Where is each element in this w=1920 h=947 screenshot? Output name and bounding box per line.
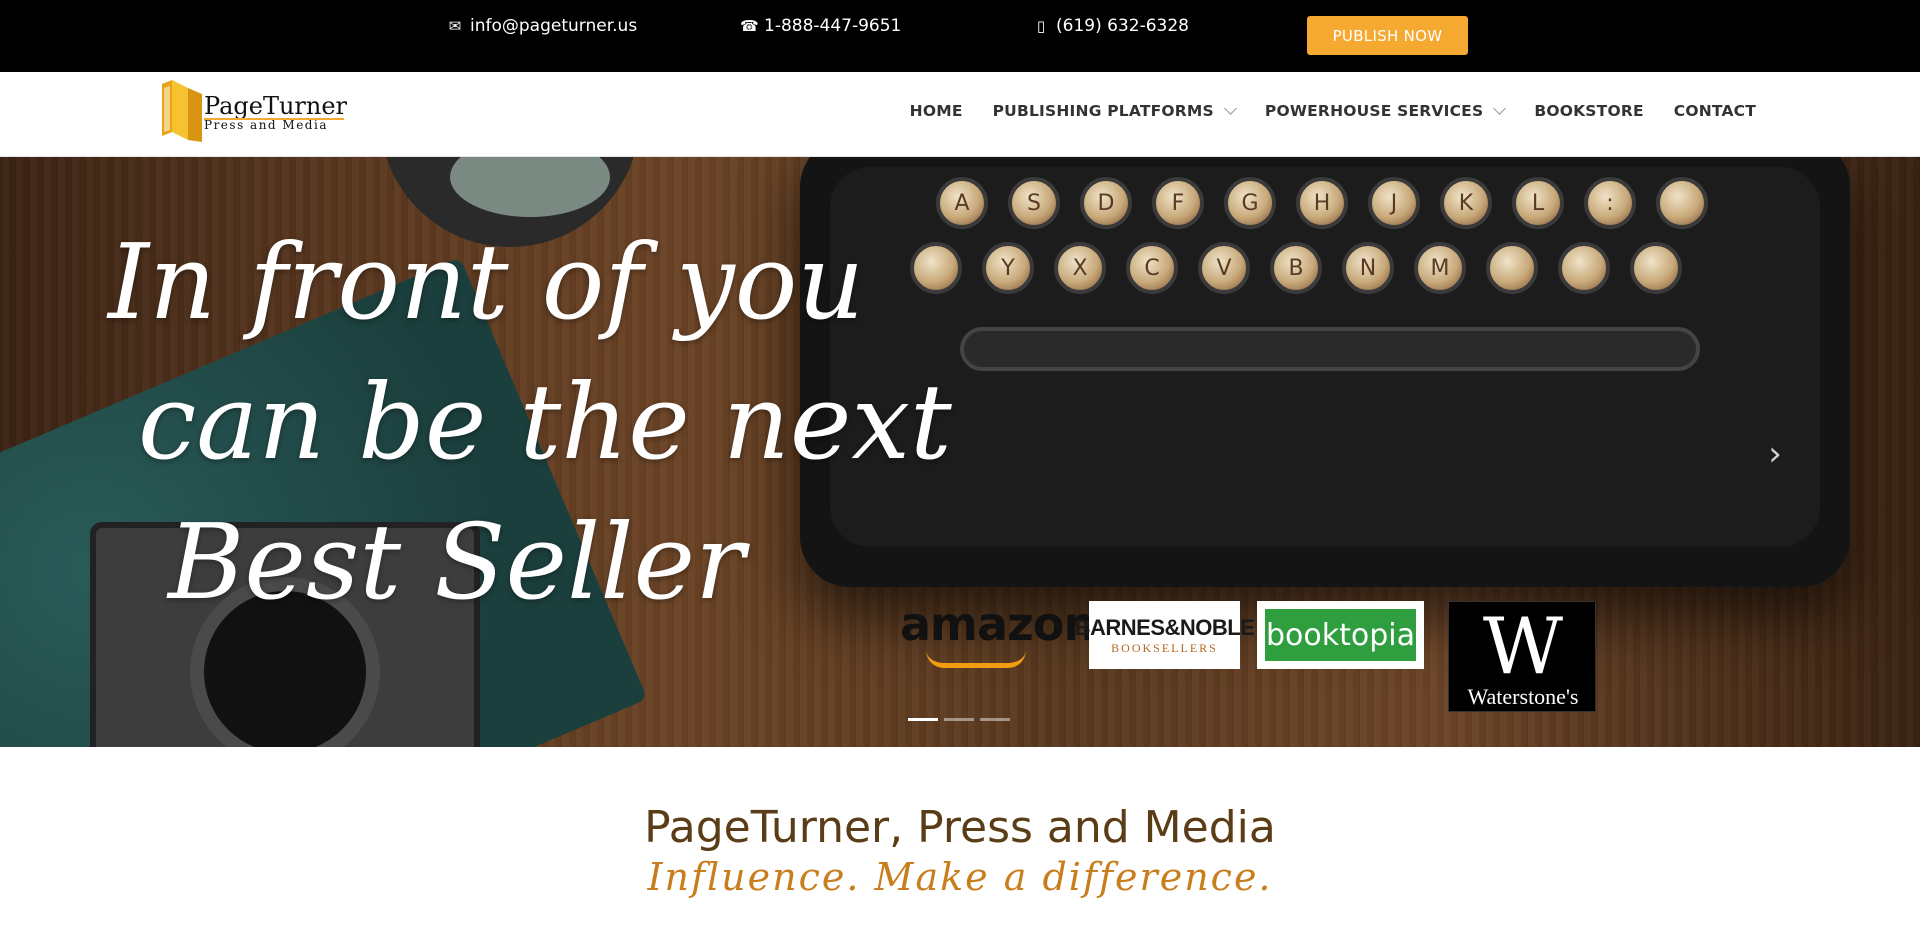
email-text: info@pageturner.us	[470, 16, 638, 36]
tollfree-phone-link[interactable]: ☎ 1-888-447-9651	[740, 16, 901, 36]
nav-home[interactable]: HOME	[910, 102, 963, 120]
waterstones-logo: W Waterstone's	[1448, 601, 1596, 712]
book-logo-icon	[162, 80, 202, 142]
nav-home-label: HOME	[909, 102, 963, 120]
local-phone-text: (619) 632-6328	[1056, 16, 1189, 36]
typewriter-key: :	[1584, 177, 1636, 229]
barnes-noble-subtitle: BOOKSELLERS	[1111, 640, 1218, 655]
chevron-right-icon[interactable]: ›	[1762, 434, 1788, 474]
typewriter-key: X	[1054, 242, 1106, 294]
hero-slider: A S D F G H J K L : Y X C V B N M In fro…	[0, 157, 1920, 747]
intro-section: PageTurner, Press and Media Influence. M…	[0, 747, 1920, 947]
typewriter-key: V	[1198, 242, 1250, 294]
logo-subtitle: Press and Media	[204, 118, 328, 132]
slide-indicator-3[interactable]	[980, 718, 1010, 721]
logo-underline	[204, 118, 344, 120]
waterstones-mark: W	[1482, 602, 1564, 692]
local-phone-link[interactable]: ▯ (619) 632-6328	[1032, 16, 1189, 36]
nav-bookstore[interactable]: BOOKSTORE	[1534, 102, 1643, 120]
intro-title: PageTurner, Press and Media	[644, 802, 1276, 853]
slide-indicator-1[interactable]	[908, 718, 938, 721]
email-link[interactable]: ✉ info@pageturner.us	[446, 16, 637, 36]
booktopia-wordmark: booktopia	[1265, 609, 1416, 661]
barnes-noble-logo: BARNES&NOBLE BOOKSELLERS	[1075, 601, 1255, 669]
typewriter-key: L	[1512, 177, 1564, 229]
chevron-down-icon	[1493, 102, 1507, 115]
waterstones-name: Waterstone's	[1467, 684, 1579, 709]
chevron-down-icon	[1224, 102, 1237, 115]
primary-nav: HOME PUBLISHING PLATFORMS POWERHOUSE SER…	[910, 102, 1756, 120]
typewriter-key: C	[1126, 242, 1178, 294]
typewriter-key: Y	[982, 242, 1034, 294]
typewriter-key: K	[1440, 177, 1492, 229]
typewriter-key	[1630, 242, 1682, 294]
typewriter-key	[1486, 242, 1538, 294]
typewriter-key: B	[1270, 242, 1322, 294]
typewriter-key: N	[1342, 242, 1394, 294]
logo-wordmark: PageTurner Press and Media	[204, 94, 347, 132]
typewriter-spacebar	[960, 327, 1700, 371]
hero-line-3: Best Seller	[168, 501, 745, 623]
nav-publishing-platforms[interactable]: PUBLISHING PLATFORMS	[992, 102, 1237, 120]
amazon-smile-icon	[926, 650, 1026, 668]
tollfree-phone-text: 1-888-447-9651	[764, 16, 902, 36]
typewriter-key: H	[1296, 177, 1348, 229]
publish-now-button[interactable]: PUBLISH NOW	[1307, 16, 1468, 55]
typewriter-key: D	[1080, 177, 1132, 229]
typewriter-key: G	[1224, 177, 1276, 229]
typewriter-key	[1558, 242, 1610, 294]
barnes-noble-title: BARNES&NOBLE	[1074, 614, 1255, 640]
nav-contact[interactable]: CONTACT	[1674, 102, 1756, 120]
top-contact-bar: ✉ info@pageturner.us ☎ 1-888-447-9651 ▯ …	[0, 0, 1920, 72]
typewriter-keys-row2: Y X C V B N M	[910, 242, 1682, 294]
typewriter-key: J	[1368, 177, 1420, 229]
nav-contact-label: CONTACT	[1673, 102, 1756, 120]
logo[interactable]: PageTurner Press and Media	[158, 80, 347, 146]
logo-name: PageTurner	[204, 92, 348, 120]
booktopia-logo: booktopia	[1257, 601, 1424, 669]
typewriter-key: S	[1008, 177, 1060, 229]
typewriter-key	[1656, 177, 1708, 229]
main-navbar: PageTurner Press and Media HOME PUBLISHI…	[0, 72, 1920, 157]
hero-line-2: can be the next	[138, 361, 952, 483]
slide-indicator-2[interactable]	[944, 718, 974, 721]
slider-indicators	[908, 718, 1010, 721]
typewriter-key: F	[1152, 177, 1204, 229]
mobile-phone-icon: ▯	[1036, 17, 1046, 35]
typewriter-key: M	[1414, 242, 1466, 294]
nav-powerhouse-services-label: POWERHOUSE SERVICES	[1264, 102, 1484, 120]
envelope-icon: ✉	[448, 17, 462, 35]
nav-bookstore-label: BOOKSTORE	[1534, 102, 1644, 120]
hero-headline: In front of you can be the next Best Sel…	[108, 212, 952, 632]
phone-icon: ☎	[740, 17, 759, 35]
typewriter-keys-row1: A S D F G H J K L :	[936, 177, 1708, 229]
intro-tagline: Influence. Make a difference.	[647, 855, 1273, 899]
nav-publishing-platforms-label: PUBLISHING PLATFORMS	[992, 102, 1214, 120]
nav-powerhouse-services[interactable]: POWERHOUSE SERVICES	[1264, 102, 1507, 120]
hero-line-1: In front of you	[108, 221, 865, 343]
